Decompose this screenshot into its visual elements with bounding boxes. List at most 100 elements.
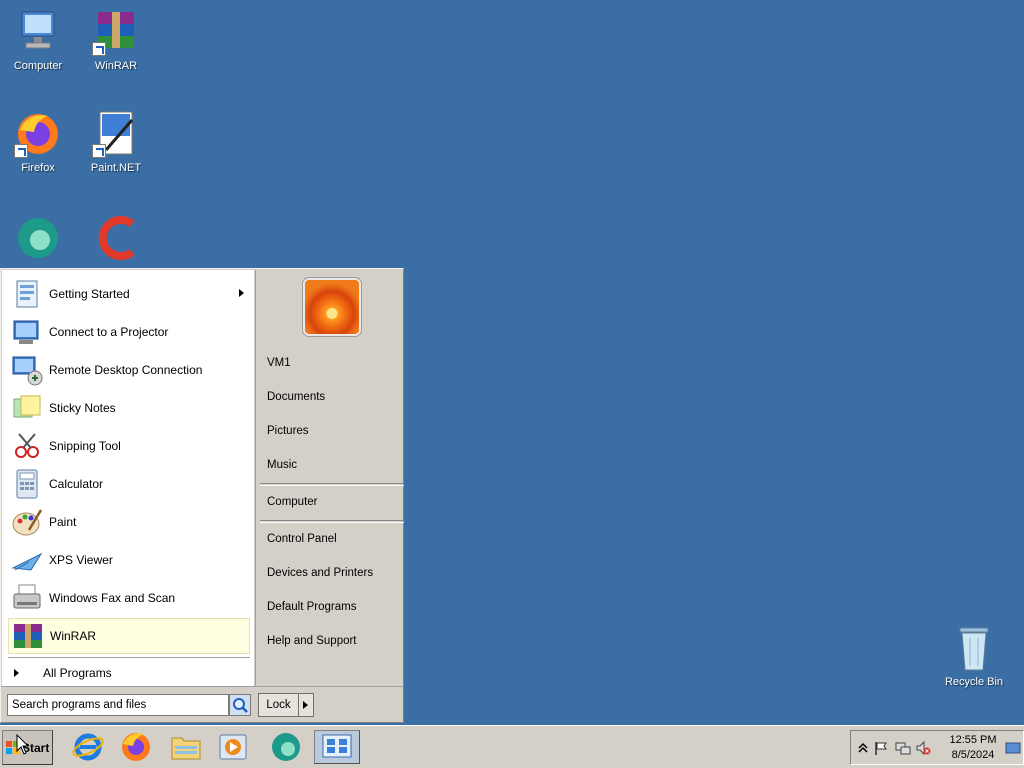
pictures-link[interactable]: Pictures xyxy=(267,420,309,442)
taskbar-media-player[interactable] xyxy=(216,730,252,764)
program-fax-scan[interactable]: Windows Fax and Scan xyxy=(8,580,250,616)
program-label: Windows Fax and Scan xyxy=(49,591,176,605)
program-label: Paint xyxy=(49,515,77,529)
projector-icon xyxy=(11,316,43,348)
taskbar-file-explorer[interactable] xyxy=(168,730,204,764)
all-programs-label: All Programs xyxy=(43,666,112,680)
program-label: XPS Viewer xyxy=(49,553,113,567)
desktop-icon-firefox[interactable]: Firefox xyxy=(0,110,76,174)
program-winrar[interactable]: WinRAR xyxy=(8,618,250,654)
desktop-icon-label: Recycle Bin xyxy=(944,676,1004,688)
desktop-icon-label: Firefox xyxy=(21,162,55,174)
calculator-icon xyxy=(11,468,43,500)
taskbar-firefox[interactable] xyxy=(118,730,154,764)
program-label: Calculator xyxy=(49,477,104,491)
shortcut-arrow-icon xyxy=(92,42,106,56)
taskbar: Start 12:55 PM 8/5/2024 xyxy=(0,725,1024,768)
winrar-icon xyxy=(92,8,140,56)
expand-arrow-icon xyxy=(14,669,19,677)
desktop-icon-paintnet[interactable]: Paint.NET xyxy=(78,110,154,174)
desktop-icon-label: Computer xyxy=(13,60,63,72)
program-label: Connect to a Projector xyxy=(49,325,169,339)
internet-explorer-icon xyxy=(72,733,104,761)
search-button[interactable] xyxy=(229,694,251,716)
start-menu-bottom-bar: Lock xyxy=(1,686,403,722)
taskbar-control-panel[interactable] xyxy=(314,730,360,764)
music-link[interactable]: Music xyxy=(267,454,297,476)
winrar-icon xyxy=(12,620,44,652)
paint-icon xyxy=(11,506,43,538)
shortcut-arrow-icon xyxy=(92,144,106,158)
desktop-icon-label: WinRAR xyxy=(94,60,138,72)
network-icon[interactable] xyxy=(895,740,911,756)
program-paint[interactable]: Paint xyxy=(8,504,250,540)
search-icon xyxy=(233,698,248,713)
ccleaner-icon xyxy=(92,212,140,260)
desktop-icon-recycle-bin[interactable]: Recycle Bin xyxy=(936,624,1012,688)
clock[interactable]: 12:55 PM 8/5/2024 xyxy=(941,733,1005,763)
media-player-icon xyxy=(219,734,247,760)
taskbar-internet-explorer[interactable] xyxy=(70,730,106,764)
desktop-icon-computer[interactable]: Computer xyxy=(0,8,76,72)
program-xps-viewer[interactable]: XPS Viewer xyxy=(8,542,250,578)
program-remote-desktop[interactable]: Remote Desktop Connection xyxy=(8,352,250,388)
program-label: Remote Desktop Connection xyxy=(49,363,203,377)
file-explorer-icon xyxy=(171,737,201,760)
shutdown-options-button[interactable] xyxy=(299,693,314,717)
start-menu: Getting Started Connect to a Projector R… xyxy=(0,268,404,723)
xps-viewer-icon xyxy=(11,544,43,576)
sticky-notes-icon xyxy=(11,392,43,424)
program-label: Getting Started xyxy=(49,287,130,301)
lock-button[interactable]: Lock xyxy=(258,693,299,717)
places-separator xyxy=(260,483,404,486)
program-connect-projector[interactable]: Connect to a Projector xyxy=(8,314,250,350)
clock-date: 8/5/2024 xyxy=(951,749,995,761)
user-folder-link[interactable]: VM1 xyxy=(267,352,291,374)
taskbar-edge-like[interactable] xyxy=(268,730,304,764)
program-sticky-notes[interactable]: Sticky Notes xyxy=(8,390,250,426)
fax-scan-icon xyxy=(11,582,43,614)
program-label: Snipping Tool xyxy=(49,439,121,453)
getting-started-icon xyxy=(11,278,43,310)
desktop-icon-winrar[interactable]: WinRAR xyxy=(78,8,154,72)
help-support-link[interactable]: Help and Support xyxy=(267,630,357,652)
mouse-cursor-icon xyxy=(16,734,30,755)
computer-icon xyxy=(14,8,62,56)
user-picture-avatar[interactable] xyxy=(302,277,362,337)
default-programs-link[interactable]: Default Programs xyxy=(267,596,356,618)
program-calculator[interactable]: Calculator xyxy=(8,466,250,502)
clock-time: 12:55 PM xyxy=(949,734,997,746)
start-menu-places-pane: VM1 Documents Pictures Music Computer Co… xyxy=(255,270,404,686)
recycle-bin-icon xyxy=(950,624,998,672)
desktop-icon-partial-2[interactable] xyxy=(78,212,154,260)
show-hidden-icons-chevron-icon[interactable] xyxy=(855,740,871,756)
remote-desktop-icon xyxy=(11,354,43,386)
paintnet-icon xyxy=(92,110,140,158)
search-input[interactable] xyxy=(7,694,229,716)
program-label: WinRAR xyxy=(50,629,97,643)
submenu-arrow-icon xyxy=(239,289,244,297)
desktop-icon-partial-1[interactable] xyxy=(0,212,76,260)
volume-muted-icon[interactable] xyxy=(915,740,931,756)
computer-link[interactable]: Computer xyxy=(267,491,318,513)
action-center-flag-icon[interactable] xyxy=(873,740,889,756)
firefox-icon xyxy=(14,110,62,158)
show-desktop-icon[interactable] xyxy=(1005,740,1021,756)
documents-link[interactable]: Documents xyxy=(267,386,325,408)
snipping-tool-icon xyxy=(11,430,43,462)
places-separator xyxy=(260,520,404,523)
shortcut-arrow-icon xyxy=(14,144,28,158)
program-snipping-tool[interactable]: Snipping Tool xyxy=(8,428,250,464)
program-getting-started[interactable]: Getting Started xyxy=(8,276,250,312)
all-programs-button[interactable]: All Programs xyxy=(8,662,250,684)
firefox-icon xyxy=(122,733,150,761)
desktop-icon-label: Paint.NET xyxy=(90,162,142,174)
edge-like-icon xyxy=(14,212,62,260)
start-menu-programs-pane: Getting Started Connect to a Projector R… xyxy=(2,270,254,686)
program-label: Sticky Notes xyxy=(49,401,116,415)
edge-like-icon xyxy=(272,733,300,761)
devices-printers-link[interactable]: Devices and Printers xyxy=(267,562,373,584)
control-panel-link[interactable]: Control Panel xyxy=(267,528,337,550)
control-panel-icon xyxy=(322,734,352,758)
system-tray: 12:55 PM 8/5/2024 xyxy=(850,730,1024,765)
